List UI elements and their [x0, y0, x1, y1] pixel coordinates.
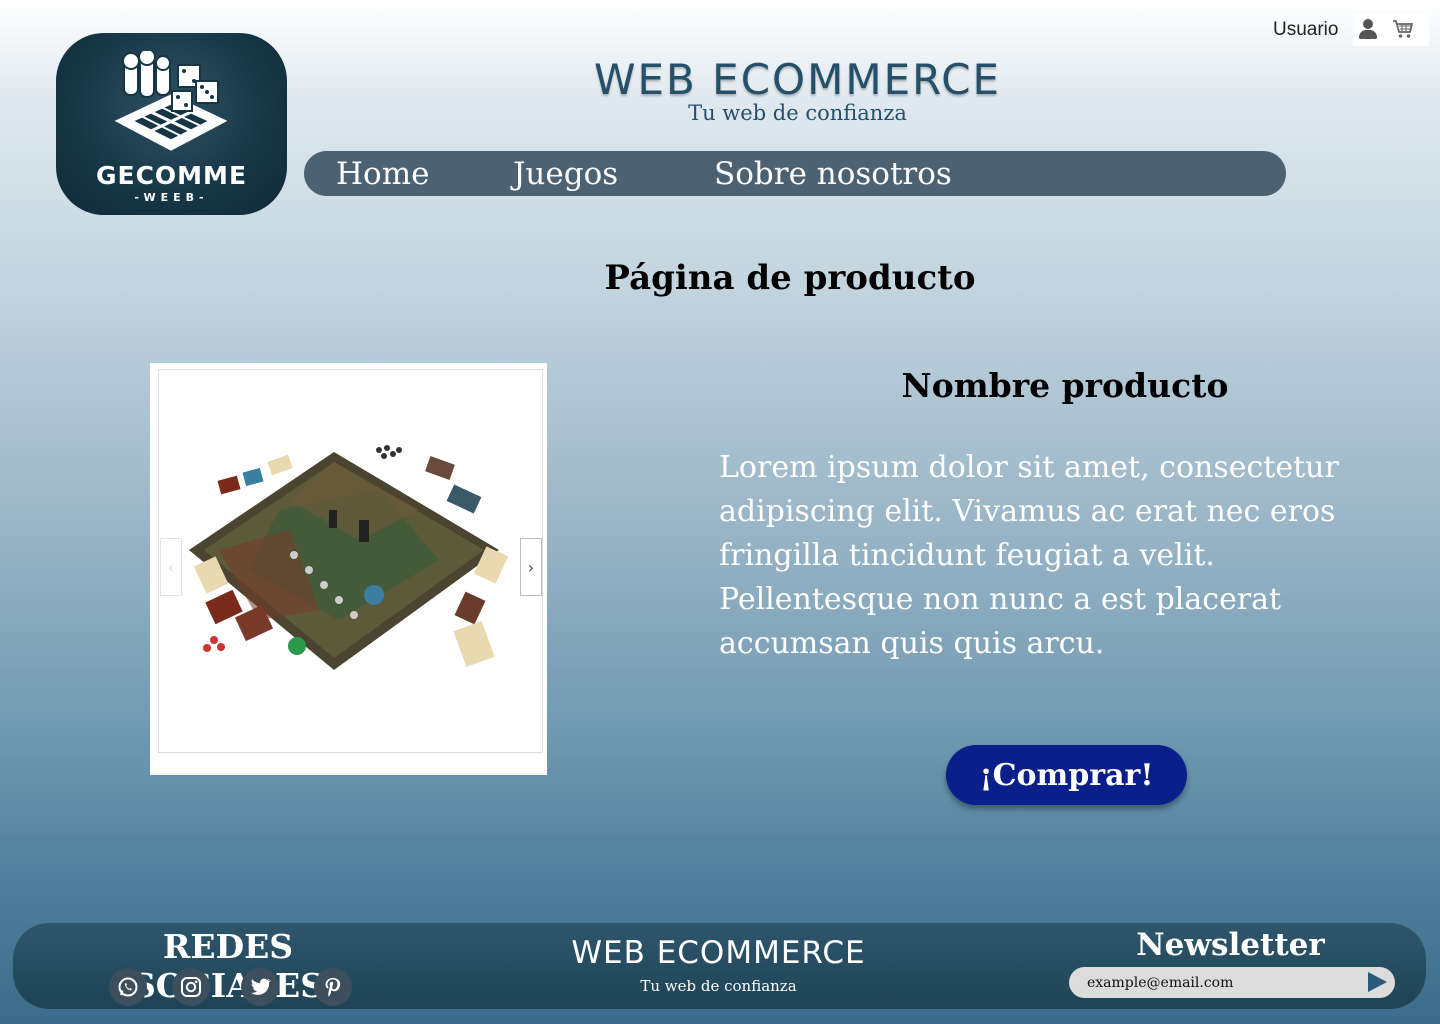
- site-logo[interactable]: GECOMME -WEEB-: [56, 33, 287, 215]
- site-footer: REDES SOCIALES WEB ECOMMERCE Tu web de c…: [13, 923, 1426, 1009]
- twitter-icon[interactable]: [241, 968, 279, 1006]
- newsletter-email-input[interactable]: [1069, 967, 1395, 998]
- logo-sub-text: -WEEB-: [134, 191, 209, 204]
- user-bar: Usuario: [1273, 14, 1429, 46]
- nav-juegos[interactable]: Juegos: [513, 156, 618, 192]
- user-icon[interactable]: [1359, 19, 1377, 39]
- board-game-logo-icon: [114, 51, 228, 151]
- carousel-frame: ‹ ›: [158, 369, 543, 753]
- site-tagline: Tu web de confianza: [688, 101, 907, 125]
- carousel-next-button[interactable]: ›: [520, 538, 542, 596]
- newsletter-title: Newsletter: [1136, 927, 1325, 963]
- page-heading: Página de producto: [604, 258, 976, 298]
- buy-button[interactable]: ¡Comprar!: [946, 745, 1187, 805]
- site-title: WEB ECOMMERCE: [593, 55, 1002, 104]
- pinterest-icon[interactable]: [314, 968, 352, 1006]
- user-label[interactable]: Usuario: [1273, 19, 1338, 41]
- send-arrow-icon[interactable]: [1365, 970, 1389, 994]
- nav-home[interactable]: Home: [336, 156, 429, 192]
- product-image: [189, 445, 509, 670]
- footer-tagline: Tu web de confianza: [640, 977, 797, 995]
- nav-sobre-nosotros[interactable]: Sobre nosotros: [714, 156, 952, 192]
- product-description: Lorem ipsum dolor sit amet, consectetur …: [719, 450, 1339, 661]
- footer-title: WEB ECOMMERCE: [571, 935, 866, 971]
- product-image-carousel: ‹ ›: [150, 363, 547, 775]
- cart-icon[interactable]: [1392, 18, 1414, 40]
- product-name: Nombre producto: [901, 366, 1229, 405]
- main-nav: Home Juegos Sobre nosotros: [304, 151, 1286, 196]
- carousel-prev-button[interactable]: ‹: [160, 538, 182, 596]
- whatsapp-icon[interactable]: [109, 968, 147, 1006]
- instagram-icon[interactable]: [172, 968, 210, 1006]
- logo-brand-text: GECOMME: [95, 161, 248, 190]
